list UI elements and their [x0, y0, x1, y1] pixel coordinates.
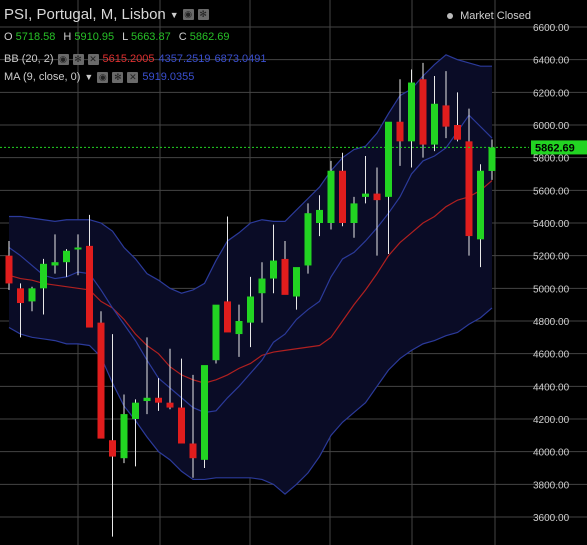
candle — [304, 203, 312, 274]
candle-body — [235, 321, 243, 335]
candle — [201, 365, 208, 468]
candle-body — [201, 365, 208, 460]
candle-body — [28, 288, 36, 302]
candle-body — [281, 258, 289, 295]
candle — [212, 304, 220, 364]
y-tick-label: 6000.00 — [533, 121, 570, 132]
ohlc-low: L 5663.87 — [122, 31, 171, 43]
bb-label[interactable]: BB (20, 2) — [4, 53, 54, 65]
candle-body — [350, 203, 358, 223]
candle — [132, 399, 139, 467]
candle-body — [166, 402, 174, 408]
candle-body — [258, 278, 266, 294]
candle-body — [293, 267, 300, 297]
candle-body — [431, 103, 438, 145]
market-status-text: Market Closed — [460, 10, 531, 22]
candle-body — [109, 440, 116, 457]
y-tick-label: 6400.00 — [533, 56, 570, 67]
candle-body — [74, 247, 82, 250]
candle-body — [442, 105, 450, 127]
chevron-down-icon[interactable]: ▼ — [170, 10, 179, 20]
candle-body — [327, 170, 335, 223]
candle-body — [488, 147, 496, 171]
bb-indicator-row: BB (20, 2) ◉ ✻ ✕ 5615.2005 4357.2519 687… — [4, 53, 267, 65]
candle-body — [143, 397, 151, 402]
candle — [97, 311, 105, 439]
gear-icon[interactable]: ✻ — [72, 53, 84, 65]
candle-body — [132, 402, 139, 419]
candle-body — [97, 322, 105, 439]
ohlc-close: C 5862.69 — [178, 31, 230, 43]
market-status: Market Closed — [447, 10, 531, 22]
candle-body — [212, 304, 220, 361]
ma-label[interactable]: MA (9, close, 0) — [4, 71, 80, 83]
y-tick-label: 5200.00 — [533, 252, 570, 263]
candle-body — [270, 260, 277, 279]
y-tick-label: 4200.00 — [533, 415, 570, 426]
y-tick-label: 4000.00 — [533, 448, 570, 459]
candle-body — [396, 121, 404, 142]
close-icon[interactable]: ✕ — [87, 53, 99, 65]
bb-lower-value: 4357.2519 — [158, 53, 211, 65]
candle-body — [63, 250, 70, 263]
candle — [327, 160, 335, 230]
chart-title-bar: PSI, Portugal, M, Lisbon ▼ ◉ ✻ — [4, 6, 209, 23]
candle-body — [477, 170, 484, 240]
y-tick-label: 5600.00 — [533, 186, 570, 197]
candle-body — [373, 193, 381, 201]
candle-body — [120, 414, 128, 459]
bb-middle-value: 5615.2005 — [102, 53, 155, 65]
y-tick-label: 6600.00 — [533, 23, 570, 34]
current-price-marker: 5862.69 — [0, 140, 587, 155]
candle-body — [408, 82, 415, 142]
candle-body — [454, 125, 461, 140]
eye-icon[interactable]: ◉ — [182, 9, 194, 20]
status-dot-icon — [447, 13, 454, 20]
y-tick-label: 3800.00 — [533, 480, 570, 491]
candle-body — [224, 301, 231, 333]
current-price-label: 5862.69 — [535, 142, 575, 154]
eye-icon[interactable]: ◉ — [57, 53, 69, 65]
candle-body — [247, 296, 254, 323]
candle-body — [339, 170, 346, 223]
candle-body — [316, 209, 323, 223]
candle-body — [304, 213, 312, 266]
candle-body — [155, 397, 162, 403]
candle-body — [51, 262, 59, 266]
y-tick-label: 5000.00 — [533, 284, 570, 295]
candle-body — [362, 193, 369, 197]
chart-title[interactable]: PSI, Portugal, M, Lisbon — [4, 6, 166, 23]
ohlc-high: H 5910.95 — [63, 31, 115, 43]
candle-body — [86, 245, 93, 328]
candle-body — [189, 443, 197, 459]
eye-icon[interactable]: ◉ — [97, 71, 109, 83]
y-tick-label: 4400.00 — [533, 382, 570, 393]
y-tick-label: 5800.00 — [533, 154, 570, 165]
y-tick-label: 6200.00 — [533, 88, 570, 99]
price-axis: 6600.00 6400.00 6200.00 6000.00 5800.00 5600.… — [533, 23, 570, 524]
candle-body — [178, 407, 185, 444]
close-icon[interactable]: ✕ — [127, 71, 139, 83]
candle-body — [5, 255, 13, 284]
chevron-down-icon[interactable]: ▼ — [84, 72, 93, 82]
y-tick-label: 4800.00 — [533, 317, 570, 328]
candle-body — [385, 121, 392, 197]
gear-icon[interactable]: ✻ — [197, 9, 209, 20]
ma-indicator-row: MA (9, close, 0) ▼ ◉ ✻ ✕ 5919.0355 — [4, 71, 194, 83]
candle-body — [465, 141, 473, 237]
y-tick-label: 4600.00 — [533, 350, 570, 361]
bb-upper-value: 6873.0491 — [214, 53, 267, 65]
y-tick-label: 5400.00 — [533, 219, 570, 230]
ma-value: 5919.0355 — [142, 71, 195, 83]
gear-icon[interactable]: ✻ — [112, 71, 124, 83]
ohlc-row: O 5718.58 H 5910.95 L 5663.87 C 5862.69 — [4, 31, 234, 43]
candle-body — [40, 263, 47, 289]
y-tick-label: 3600.00 — [533, 513, 570, 524]
ohlc-open: O 5718.58 — [4, 31, 56, 43]
candle-body — [17, 288, 24, 304]
candle-body — [419, 79, 427, 145]
